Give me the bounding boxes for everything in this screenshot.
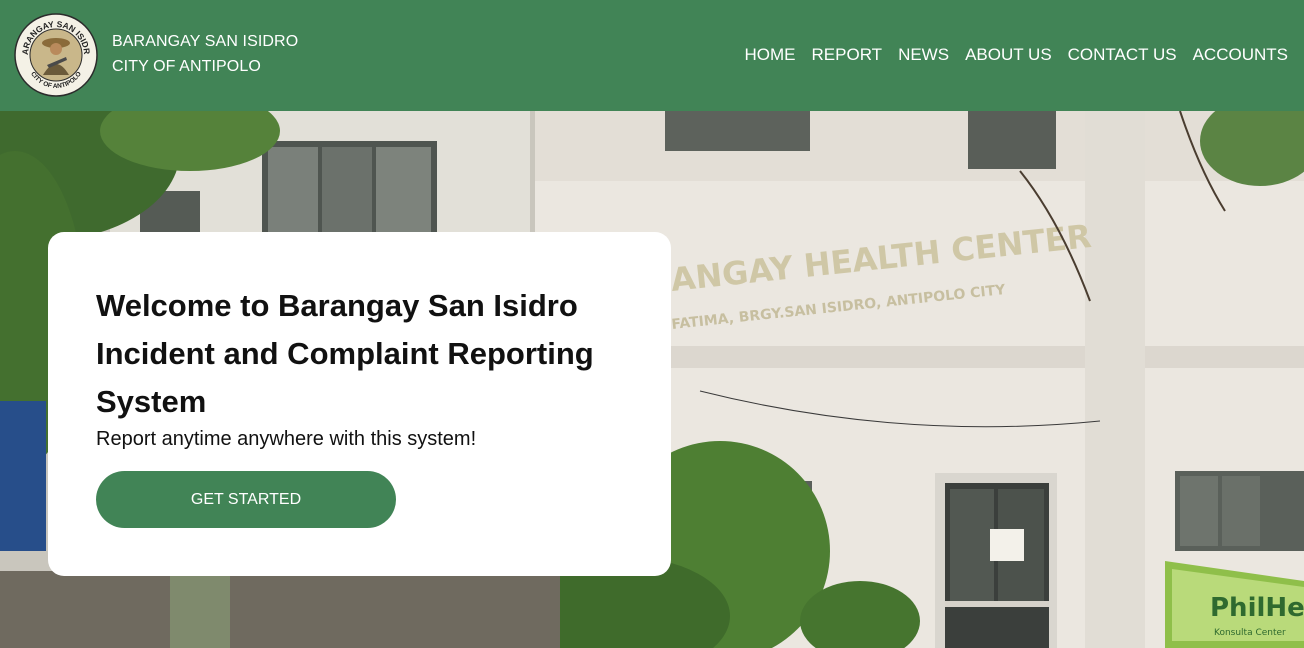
welcome-subtitle: Report anytime anywhere with this system…: [96, 428, 477, 450]
barangay-seal-logo[interactable]: BARANGAY SAN ISIDRO CITY OF ANTIPOLO: [11, 5, 98, 97]
brand-line-city: CITY OF ANTIPOLO: [112, 58, 261, 75]
get-started-button[interactable]: GET STARTED: [96, 471, 396, 528]
nav-accounts[interactable]: ACCOUNTS: [1193, 44, 1288, 66]
main-nav: HOME REPORT NEWS ABOUT US CONTACT US ACC…: [745, 44, 1288, 66]
brand-line-barangay: BARANGAY SAN ISIDRO: [112, 33, 299, 50]
welcome-card: Welcome to Barangay San Isidro Incident …: [48, 232, 671, 576]
brand-name: BARANGAY SAN ISIDRO CITY OF ANTIPOLO: [112, 29, 298, 79]
svg-text:PhilHe: PhilHe: [1210, 593, 1304, 623]
nav-report[interactable]: REPORT: [812, 44, 883, 66]
welcome-title: Welcome to Barangay San Isidro Incident …: [96, 288, 594, 419]
svg-text:Konsulta Center: Konsulta Center: [1214, 628, 1286, 638]
nav-about-us[interactable]: ABOUT US: [965, 44, 1052, 66]
nav-contact-us[interactable]: CONTACT US: [1068, 44, 1177, 66]
top-navbar: BARANGAY SAN ISIDRO CITY OF ANTIPOLO BAR…: [0, 0, 1304, 111]
nav-news[interactable]: NEWS: [898, 44, 949, 66]
nav-home[interactable]: HOME: [745, 44, 796, 66]
